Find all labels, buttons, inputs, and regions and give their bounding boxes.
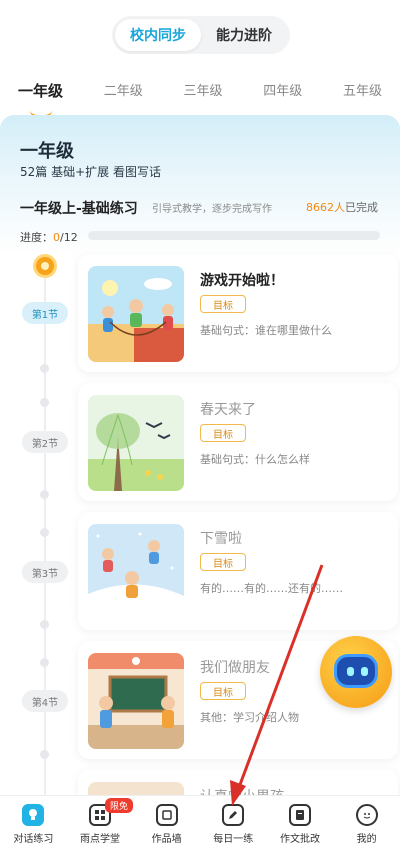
grade-tab-2[interactable]: 二年级 [104,78,143,108]
completed-count-suffix: 已完成 [345,201,378,214]
tab-ability-advance[interactable]: 能力进阶 [201,19,287,51]
grade-subtitle: 52篇 基础+扩展 看图写话 [20,165,161,179]
section-badge-3: 第3节 [22,561,68,583]
lesson-card-2[interactable]: 春天来了 目标 基础句式：什么怎么样 [78,383,398,501]
grade-tab-1[interactable]: 一年级 [18,78,64,118]
robot-face-icon [334,654,378,688]
nav-works-wall[interactable]: 作品墙 [134,804,200,845]
section-badge-2: 第2节 [22,431,68,453]
nav-label: 对话练习 [13,834,54,845]
lesson-title: 下雪啦 [200,531,242,547]
lesson-card-1[interactable]: 游戏开始啦！ 目标 基础句式：谁在哪里做什么 [78,254,398,372]
grade-tabs: 一年级 二年级 三年级 四年级 五年级 [0,78,400,118]
nav-label: 我的 [356,834,377,845]
free-badge: 限免 [104,798,133,813]
progress-total: /12 [60,231,78,244]
grade-tab-label: 一年级 [18,82,64,100]
nav-label: 雨点学堂 [79,834,120,845]
timeline-dot [40,528,49,537]
goal-tag[interactable]: 目标 [200,553,246,571]
document-icon [288,804,311,826]
progress-done: 0 [53,231,60,244]
course-title: 一年级上-基础练习 [20,201,138,217]
smile-icon [355,804,378,826]
mode-segmented-control: 校内同步 能力进阶 [112,16,290,54]
section-badge-1: 第1节 [22,302,68,324]
grade-tab-5[interactable]: 五年级 [343,78,382,108]
nav-label: 作品墙 [151,834,182,845]
lesson-title: 春天来了 [200,402,256,418]
lesson-thumbnail [88,653,184,749]
lesson-title: 我们做朋友 [200,660,270,676]
progress-label: 进度：0/12 [20,229,78,245]
lesson-thumbnail [88,266,184,362]
grade-tab-3[interactable]: 三年级 [183,78,222,108]
lesson-thumbnail [88,524,184,620]
progress-label-text: 进度： [20,231,53,244]
lesson-pattern: 有的……有的……还有的…… [200,582,343,595]
robot-assistant-button[interactable] [320,636,392,708]
nav-mine[interactable]: 我的 [334,804,400,845]
timeline-dot [40,490,49,499]
lesson-card-3[interactable]: 下雪啦 目标 有的……有的……还有的…… [78,512,398,630]
timeline-dot [40,364,49,373]
grade-title: 一年级 [20,141,74,162]
nav-label: 每日一练 [213,834,254,845]
timeline-dot [40,398,49,407]
timeline-dot [40,620,49,629]
lesson-thumbnail [88,395,184,491]
completed-count-number: 8662人 [306,201,345,214]
pencil-icon [222,804,245,826]
nav-yudian-school[interactable]: 限免 雨点学堂 [67,798,133,845]
nav-dialog-practice[interactable]: 对话练习 [0,804,66,845]
goal-tag[interactable]: 目标 [200,295,246,313]
nav-essay-review[interactable]: 作文批改 [267,804,333,845]
lesson-pattern: 其他：学习介绍人物 [200,711,299,724]
section-badge-4: 第4节 [22,690,68,712]
lesson-title: 游戏开始啦！ [200,273,284,289]
timeline-dot [40,658,49,667]
grade-tab-4[interactable]: 四年级 [263,78,302,108]
bottom-nav: 对话练习 限免 雨点学堂 作品墙 每日一练 作文批改 我的 [0,795,400,853]
lesson-pattern: 基础句式：谁在哪里做什么 [200,324,332,337]
completed-count: 8662人已完成 [306,199,378,215]
goal-tag[interactable]: 目标 [200,682,246,700]
gallery-icon [155,804,178,826]
nav-label: 作文批改 [279,834,320,845]
chat-bulb-icon [22,804,45,826]
medal-icon [33,254,57,278]
progress-bar [88,231,380,240]
course-description: 引导式教学，逐步完成写作 [152,204,272,215]
robot-eye [361,667,368,676]
goal-tag[interactable]: 目标 [200,424,246,442]
lesson-pattern: 基础句式：什么怎么样 [200,453,310,466]
timeline-dot [40,750,49,759]
robot-eye [347,667,354,676]
tab-school-sync[interactable]: 校内同步 [115,19,201,51]
nav-daily-practice[interactable]: 每日一练 [200,804,266,845]
